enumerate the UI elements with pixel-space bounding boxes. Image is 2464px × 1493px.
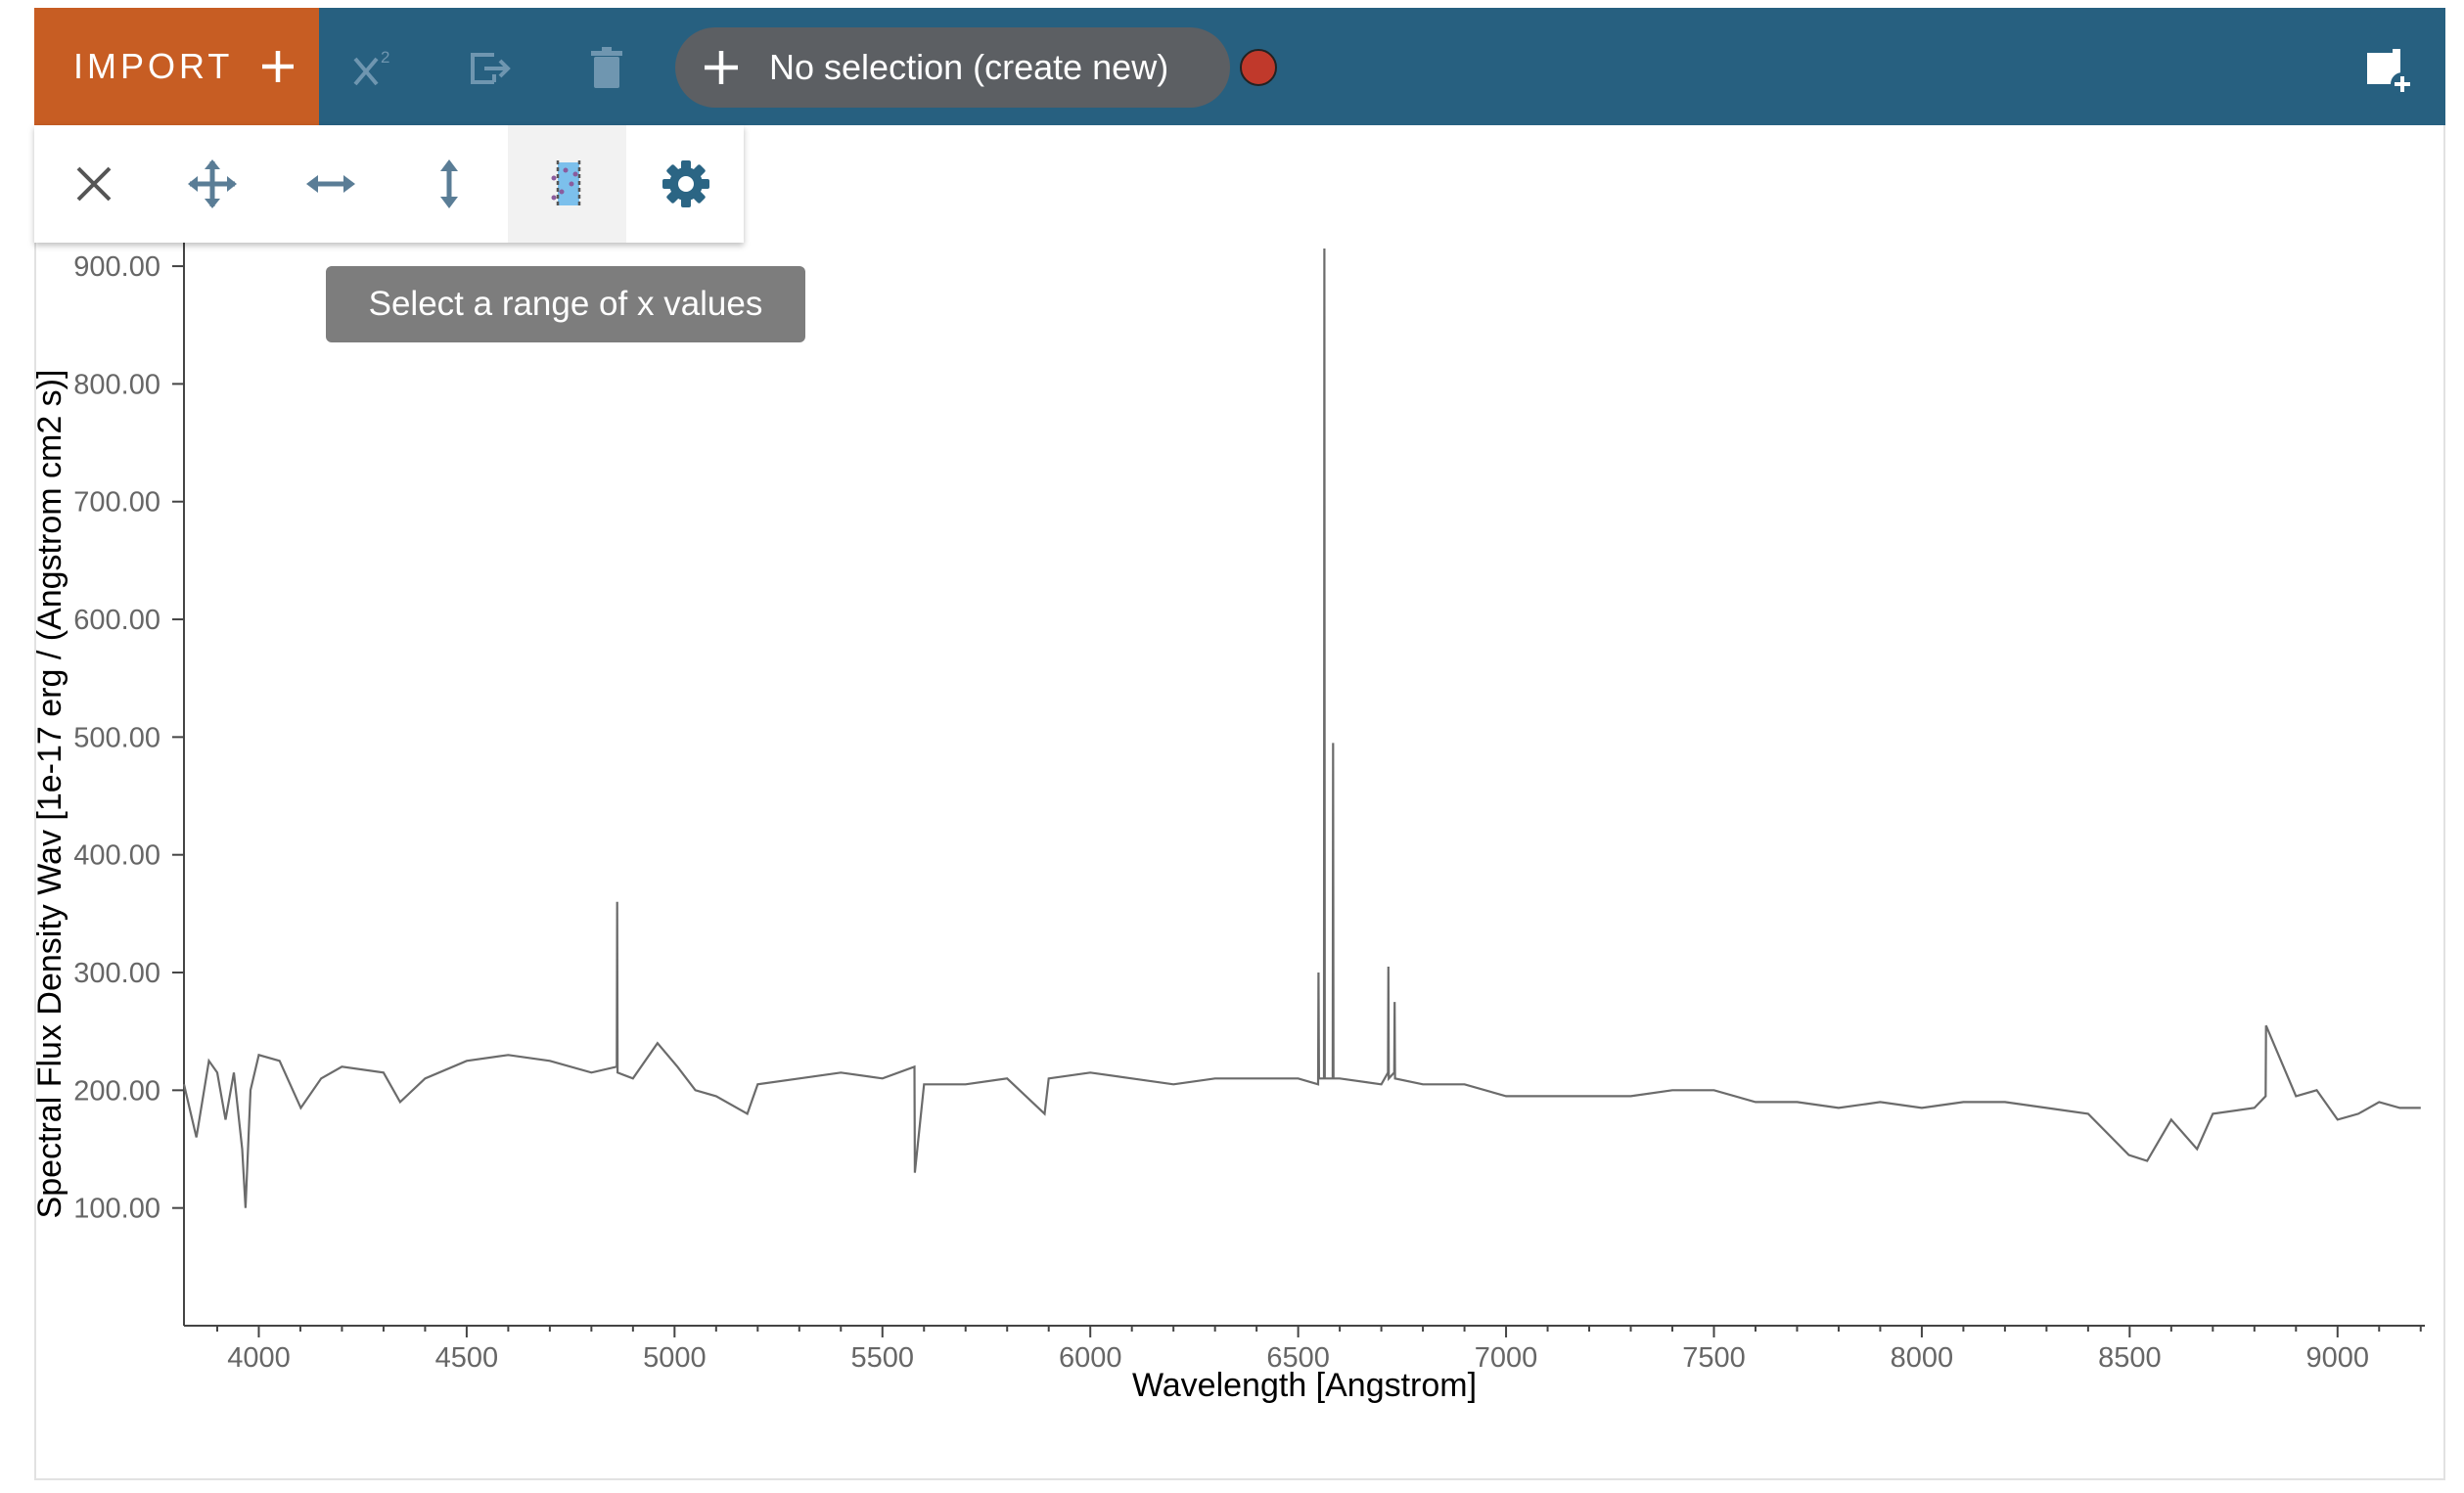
x-tick-label: 5500 <box>851 1342 915 1374</box>
y-tick-label: 200.00 <box>73 1075 160 1107</box>
x-axis-label: Wavelength [Angstrom] <box>1132 1367 1477 1404</box>
settings-tool-button[interactable] <box>626 125 745 243</box>
pan-x-icon <box>305 175 355 193</box>
settings-icon <box>662 160 709 207</box>
plot-axes <box>183 243 2425 1327</box>
x-tick-label: 4000 <box>227 1342 291 1374</box>
x-tick-label: 6000 <box>1059 1342 1122 1374</box>
pan-zoom-tool-button[interactable] <box>153 125 271 243</box>
y-tick-label: 700.00 <box>73 487 160 519</box>
plot-ticks: 4000 4500 5000 5500 6000 6500 7000 7500 8000 8500… <box>73 251 2422 1374</box>
x-tick-label: 7000 <box>1475 1342 1538 1374</box>
x-tick-label: 7500 <box>1682 1342 1746 1374</box>
y-tick-label: 900.00 <box>73 251 160 283</box>
x-tick-label: 4500 <box>435 1342 499 1374</box>
close-icon <box>76 166 111 202</box>
y-tick-label: 400.00 <box>73 840 160 872</box>
y-tick-label: 600.00 <box>73 605 160 636</box>
tooltip-text: Select a range of x values <box>368 285 763 323</box>
pan-y-tool-button[interactable] <box>389 125 508 243</box>
tool-tooltip: Select a range of x values <box>326 266 805 342</box>
pan-y-icon <box>439 159 458 208</box>
x-tick-label: 8000 <box>1891 1342 1954 1374</box>
plot-tools-toolbar <box>34 125 744 243</box>
y-tick-label: 800.00 <box>73 369 160 400</box>
xrange-select-tool-button[interactable] <box>508 125 626 243</box>
pan-zoom-icon <box>187 159 237 208</box>
x-tick-label: 5000 <box>643 1342 707 1374</box>
y-tick-label: 100.00 <box>73 1194 160 1225</box>
spectrum-line <box>182 248 2421 1208</box>
close-tool-button[interactable] <box>34 125 153 243</box>
pan-x-tool-button[interactable] <box>271 125 389 243</box>
y-tick-label: 300.00 <box>73 958 160 989</box>
x-tick-label: 9000 <box>2306 1342 2370 1374</box>
x-tick-label: 8500 <box>2098 1342 2162 1374</box>
y-axis-label: Spectral Flux Density Wav [1e-17 erg / (… <box>31 370 68 1219</box>
xrange-select-icon <box>551 160 580 207</box>
y-tick-label: 500.00 <box>73 722 160 753</box>
